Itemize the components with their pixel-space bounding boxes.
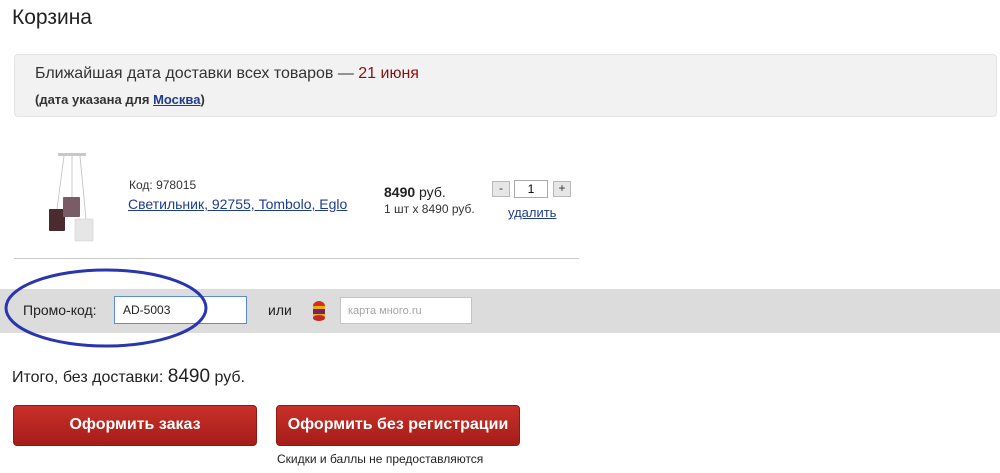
total-amount: 8490 — [167, 366, 211, 387]
quantity-minus-button[interactable]: - — [492, 181, 510, 197]
no-registration-note: Скидки и баллы не предоставляются — [277, 452, 484, 466]
delivery-info-box: Ближайшая дата доставки всех товаров — 2… — [14, 54, 997, 117]
promo-bar: Промо-код: или — [0, 289, 1000, 333]
checkout-without-registration-button[interactable]: Оформить без регистрации — [276, 405, 520, 446]
delivery-city-link[interactable]: Москва — [153, 92, 200, 107]
order-total: Итого, без доставки: 8490 руб. — [12, 366, 245, 388]
item-code: Код: 978015 — [129, 178, 197, 192]
or-label: или — [268, 302, 292, 318]
product-image[interactable] — [44, 149, 104, 249]
item-name-link[interactable]: Светильник, 92755, Tombolo, Eglo — [128, 196, 347, 212]
delivery-date-text: Ближайшая дата доставки всех товаров — 2… — [35, 65, 419, 83]
delivery-text: Ближайшая дата доставки всех товаров — — [35, 65, 359, 82]
delivery-date: 21 июня — [358, 65, 419, 82]
delivery-note-prefix: (дата указана для — [35, 92, 154, 107]
page-title: Корзина — [12, 6, 92, 29]
item-price-currency: руб. — [415, 184, 446, 200]
item-price-value: 8490 — [384, 184, 416, 200]
delete-item-link[interactable]: удалить — [508, 205, 556, 220]
item-unit-price: 1 шт x 8490 руб. — [384, 202, 475, 216]
promo-code-label: Промо-код: — [23, 302, 97, 318]
promo-code-input[interactable] — [114, 296, 247, 324]
delivery-city-note: (дата указана для Москва) — [35, 92, 205, 107]
cart-item-row: Код: 978015 Светильник, 92755, Tombolo, … — [14, 135, 579, 259]
quantity-input[interactable] — [514, 180, 548, 198]
checkout-button[interactable]: Оформить заказ — [13, 405, 257, 446]
mnogo-card-icon — [313, 301, 325, 321]
total-currency: руб. — [210, 369, 245, 386]
quantity-stepper: - + — [492, 180, 572, 198]
item-price: 8490 руб. — [384, 184, 446, 200]
card-number-input[interactable] — [340, 297, 472, 324]
total-label: Итого, без доставки: — [12, 369, 168, 386]
delivery-note-suffix: ) — [200, 92, 205, 107]
quantity-plus-button[interactable]: + — [553, 181, 571, 197]
